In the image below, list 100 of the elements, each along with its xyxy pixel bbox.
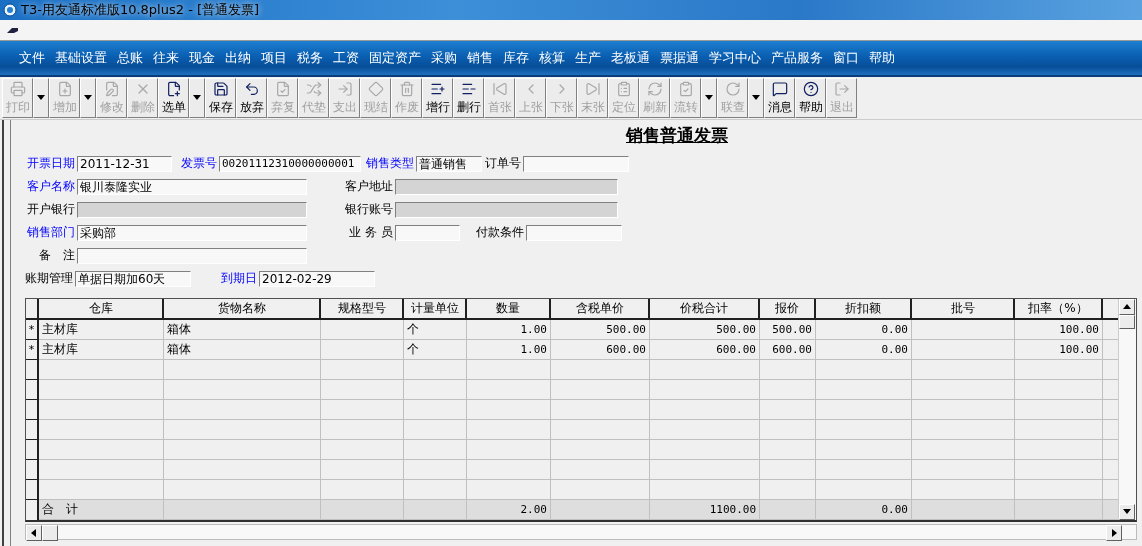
toolbar-button[interactable]: 选单 xyxy=(158,78,189,118)
table-cell: 主材库 xyxy=(39,320,164,340)
column-header[interactable]: 价税合计 xyxy=(650,299,760,320)
field-link-label[interactable]: 开票日期 xyxy=(25,155,77,172)
menu-item[interactable]: 基础设置 xyxy=(50,49,112,67)
field-link-label[interactable]: 销售类型 xyxy=(363,155,416,172)
field-link-label[interactable]: 发票号 xyxy=(174,155,219,172)
exit-icon xyxy=(833,81,850,97)
row-header xyxy=(26,400,39,420)
toolbar-button[interactable]: 增行 xyxy=(422,78,453,118)
row-header xyxy=(26,380,39,400)
column-header[interactable]: 计量单位 xyxy=(404,299,467,320)
document-check-icon xyxy=(274,81,291,97)
add-document-icon xyxy=(56,81,73,97)
corner-cell xyxy=(26,299,39,320)
table-cell: 100.00 xyxy=(1015,320,1103,340)
input-field[interactable] xyxy=(77,247,307,264)
dropdown-button[interactable] xyxy=(701,78,717,118)
table-cell: 0.00 xyxy=(816,340,912,360)
scroll-down-button[interactable] xyxy=(1119,504,1135,520)
toolbar-button[interactable]: 帮助 xyxy=(795,78,826,118)
menu-item[interactable]: 总账 xyxy=(112,49,148,67)
input-field[interactable] xyxy=(526,224,622,241)
diamond-icon xyxy=(367,81,384,97)
vertical-scrollbar[interactable] xyxy=(1118,299,1136,520)
delete-row-icon xyxy=(460,81,477,97)
input-field[interactable]: 采购部 xyxy=(77,224,307,241)
app-icon xyxy=(3,3,17,17)
column-header[interactable]: 数量 xyxy=(467,299,551,320)
input-field[interactable] xyxy=(523,155,629,172)
refresh-icon xyxy=(724,81,741,97)
dropdown-button[interactable] xyxy=(80,78,96,118)
total-cell: 0.00 xyxy=(816,500,912,520)
menu-item[interactable]: 文件 xyxy=(14,49,50,67)
clipboard-icon xyxy=(677,81,694,97)
table-cell: 500.00 xyxy=(551,320,650,340)
scroll-right-button[interactable] xyxy=(1106,525,1122,541)
row-header xyxy=(26,480,39,500)
menu-item[interactable]: 核算 xyxy=(534,49,570,67)
menu-item[interactable]: 库存 xyxy=(498,49,534,67)
input-field[interactable] xyxy=(395,224,460,241)
scroll-up-button[interactable] xyxy=(1119,299,1135,315)
menu-item[interactable]: 产品服务 xyxy=(766,49,828,67)
field-link-label[interactable]: 到期日 xyxy=(204,270,259,287)
row-header xyxy=(26,360,39,380)
field-link-label[interactable]: 客户名称 xyxy=(25,178,77,195)
menu-item[interactable]: 老板通 xyxy=(606,49,655,67)
toolbar-button[interactable]: 消息 xyxy=(764,78,795,118)
scroll-thumb[interactable] xyxy=(42,525,58,541)
toolbar-button[interactable]: 放弃 xyxy=(236,78,267,118)
right-arrow-icon xyxy=(1109,528,1119,538)
field-label: 订单号 xyxy=(484,155,522,172)
menu-item[interactable]: 帮助 xyxy=(864,49,900,67)
table-cell: 1.00 xyxy=(467,320,551,340)
field-label: 银行账号 xyxy=(344,201,394,218)
column-header[interactable]: 扣率（%） xyxy=(1015,299,1103,320)
menu-item[interactable]: 固定资产 xyxy=(364,49,426,67)
toolbar-button[interactable]: 保存 xyxy=(205,78,236,118)
menu-item[interactable]: 税务 xyxy=(292,49,328,67)
input-field[interactable]: 单据日期加60天 xyxy=(75,270,191,287)
column-header[interactable]: 报价 xyxy=(760,299,816,320)
menu-item[interactable]: 生产 xyxy=(570,49,606,67)
input-field[interactable]: 普通销售 xyxy=(416,155,482,172)
menu-item[interactable]: 学习中心 xyxy=(704,49,766,67)
table-cell: 0.00 xyxy=(816,320,912,340)
column-header[interactable]: 折扣额 xyxy=(816,299,912,320)
table-cell: 箱体 xyxy=(164,320,321,340)
field-link-label[interactable]: 销售部门 xyxy=(25,224,77,241)
scroll-thumb[interactable] xyxy=(1119,315,1135,329)
menu-item[interactable]: 项目 xyxy=(256,49,292,67)
document-title: 销售普通发票 xyxy=(626,124,728,146)
dropdown-button[interactable] xyxy=(33,78,49,118)
menu-item[interactable]: 窗口 xyxy=(828,49,864,67)
column-header[interactable]: 含税单价 xyxy=(551,299,650,320)
input-field[interactable]: 00201112310000000001 xyxy=(219,155,361,172)
total-cell xyxy=(760,500,816,520)
menu-item[interactable]: 往来 xyxy=(148,49,184,67)
menu-item[interactable]: 工资 xyxy=(328,49,364,67)
menu-item[interactable]: 票据通 xyxy=(655,49,704,67)
input-field[interactable]: 2011-12-31 xyxy=(77,155,172,172)
left-arrow-icon xyxy=(29,528,39,538)
menu-item[interactable]: 销售 xyxy=(462,49,498,67)
column-header[interactable]: 批号 xyxy=(912,299,1015,320)
input-field[interactable]: 2012-02-29 xyxy=(259,270,375,287)
row-header xyxy=(26,420,39,440)
input-field[interactable]: 银川泰隆实业 xyxy=(77,178,307,195)
toolbar-button[interactable]: 删行 xyxy=(453,78,484,118)
column-header[interactable]: 规格型号 xyxy=(321,299,404,320)
dropdown-button[interactable] xyxy=(748,78,764,118)
document-icon[interactable] xyxy=(6,25,20,35)
horizontal-scrollbar[interactable] xyxy=(25,524,1137,540)
field-label: 客户地址 xyxy=(344,178,394,195)
dropdown-button[interactable] xyxy=(189,78,205,118)
column-header[interactable]: 货物名称 xyxy=(164,299,321,320)
menu-item[interactable]: 采购 xyxy=(426,49,462,67)
menu-item[interactable]: 出纳 xyxy=(220,49,256,67)
scroll-left-button[interactable] xyxy=(26,525,42,541)
menu-item[interactable]: 现金 xyxy=(184,49,220,67)
column-header[interactable]: 仓库 xyxy=(39,299,164,320)
field-label: 业 务 员 xyxy=(348,224,394,241)
